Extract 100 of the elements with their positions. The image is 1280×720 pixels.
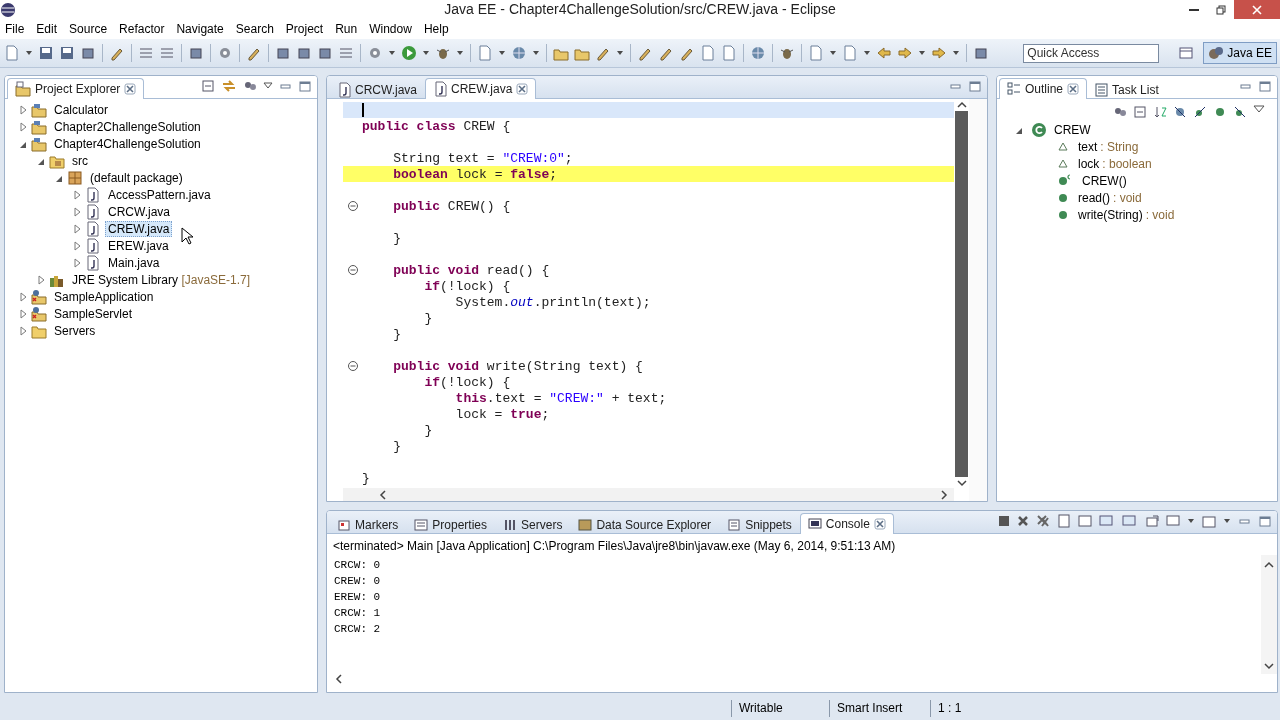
remove-all-icon[interactable] xyxy=(1036,514,1050,528)
caret-icon[interactable] xyxy=(829,49,837,57)
terminate-icon[interactable] xyxy=(998,515,1010,527)
close-icon[interactable] xyxy=(516,83,529,95)
tab[interactable]: Markers xyxy=(329,514,407,534)
close-icon[interactable] xyxy=(1067,83,1080,95)
tree-item[interactable]: SampleApplication xyxy=(51,288,157,305)
tab[interactable]: Snippets xyxy=(719,514,800,534)
right-triangle-icon[interactable] xyxy=(18,103,28,116)
open-perspective-icon[interactable] xyxy=(1178,45,1195,61)
view-menu-icon[interactable] xyxy=(263,82,273,90)
document-icon[interactable] xyxy=(477,45,493,61)
outline-item[interactable]: read() : void xyxy=(1075,189,1145,206)
tab[interactable]: Properties xyxy=(406,514,496,534)
tree-item[interactable]: EREW.java xyxy=(105,237,172,254)
hide-local-icon[interactable] xyxy=(1233,105,1247,119)
right-triangle-icon[interactable] xyxy=(36,273,46,286)
right-triangle-icon[interactable] xyxy=(72,205,82,218)
tree-item[interactable]: SampleServlet xyxy=(51,305,136,322)
tab[interactable]: Data Source Explorer xyxy=(570,514,720,534)
menu-item[interactable]: Project xyxy=(285,22,330,36)
caret-icon[interactable] xyxy=(532,49,540,57)
maximize-icon[interactable] xyxy=(1258,80,1271,93)
tree-item[interactable]: Calculator xyxy=(51,101,112,118)
hide-static-icon[interactable] xyxy=(1193,105,1207,119)
tree-item[interactable]: Main.java xyxy=(105,254,163,271)
close-button[interactable] xyxy=(1234,0,1280,19)
link-arrows-icon[interactable] xyxy=(221,79,237,93)
outline-item[interactable]: write(String) : void xyxy=(1075,206,1178,223)
globe-icon[interactable] xyxy=(750,45,766,61)
collapse-fold-icon[interactable] xyxy=(346,360,359,372)
caret-icon[interactable] xyxy=(863,49,871,57)
page-icon[interactable] xyxy=(700,45,716,61)
tree-item[interactable]: CREW.java xyxy=(105,220,173,237)
tree-item[interactable]: AccessPattern.java xyxy=(105,186,214,203)
collapse-fold-icon[interactable] xyxy=(346,264,359,276)
maximize-icon[interactable] xyxy=(1258,514,1271,528)
save-all-icon[interactable] xyxy=(59,45,75,61)
filter-icon[interactable] xyxy=(243,79,257,93)
maximize-icon[interactable] xyxy=(298,79,311,93)
outline-item[interactable]: CREW() xyxy=(1079,172,1130,189)
outline-item[interactable]: CREW xyxy=(1051,121,1094,138)
quick-access-field[interactable]: Quick Access xyxy=(1023,43,1160,63)
dot-icon[interactable] xyxy=(1213,105,1227,119)
outline-item[interactable]: text : String xyxy=(1075,138,1142,155)
forward-arrow-icon[interactable] xyxy=(897,45,913,61)
menu-item[interactable]: Search xyxy=(235,22,280,36)
hide-fields-icon[interactable] xyxy=(1173,105,1187,119)
caret-icon[interactable] xyxy=(456,49,464,57)
document-icon[interactable] xyxy=(808,45,824,61)
tree-item[interactable]: Chapter4ChallengeSolution xyxy=(51,135,204,152)
tree-item[interactable]: (default package) xyxy=(87,169,186,186)
maximize-icon[interactable] xyxy=(968,80,981,93)
menu-item[interactable]: Navigate xyxy=(176,22,230,36)
save-icon[interactable] xyxy=(38,45,54,61)
tab[interactable]: Project Explorer xyxy=(7,78,145,99)
caret-icon[interactable] xyxy=(1187,517,1195,525)
run-icon[interactable] xyxy=(401,45,417,61)
caret-icon[interactable] xyxy=(422,49,430,57)
right-triangle-icon[interactable] xyxy=(18,324,28,337)
filter-icon[interactable] xyxy=(1113,105,1127,119)
caret-icon[interactable] xyxy=(952,49,960,57)
collapse-all-icon[interactable] xyxy=(1133,105,1147,119)
close-icon[interactable] xyxy=(873,518,886,530)
tree-item[interactable]: JRE System Library [JavaSE-1.7] xyxy=(69,271,254,288)
tab[interactable]: Task List xyxy=(1087,79,1167,99)
arrow-icon[interactable] xyxy=(931,45,947,61)
tree-item[interactable]: Chapter2ChallengeSolution xyxy=(51,118,204,135)
tab[interactable]: CREW.java xyxy=(425,78,537,99)
caret-icon[interactable] xyxy=(616,49,624,57)
right-triangle-icon[interactable] xyxy=(72,256,82,269)
tree-item[interactable]: Servers xyxy=(51,322,99,339)
document-icon[interactable] xyxy=(842,45,858,61)
tab[interactable]: Outline xyxy=(999,78,1088,99)
right-triangle-icon[interactable] xyxy=(18,307,28,320)
close-icon[interactable] xyxy=(124,83,137,95)
menu-item[interactable]: File xyxy=(5,22,31,36)
menu-item[interactable]: Run xyxy=(335,22,364,36)
caret-icon[interactable] xyxy=(388,49,396,57)
right-triangle-icon[interactable] xyxy=(18,290,28,303)
menu-item[interactable]: Window xyxy=(369,22,418,36)
collapse-fold-icon[interactable] xyxy=(346,200,359,212)
tree-item[interactable]: src xyxy=(69,152,91,169)
tree-item[interactable]: CRCW.java xyxy=(105,203,173,220)
menu-item[interactable]: Help xyxy=(423,22,455,36)
right-triangle-icon[interactable] xyxy=(72,222,82,235)
outline-item[interactable]: lock : boolean xyxy=(1075,155,1155,172)
menu-item[interactable]: Refactor xyxy=(119,22,171,36)
right-triangle-icon[interactable] xyxy=(72,188,82,201)
perspective-button[interactable]: Java EE xyxy=(1203,42,1277,64)
right-triangle-icon[interactable] xyxy=(18,120,28,133)
menu-item[interactable]: Source xyxy=(69,22,114,36)
caret-icon[interactable] xyxy=(918,49,926,57)
sort-icon[interactable] xyxy=(1153,105,1167,119)
remove-icon[interactable] xyxy=(1017,515,1029,527)
back-arrow-icon[interactable] xyxy=(876,45,892,61)
caret-icon[interactable] xyxy=(1223,517,1231,525)
tab[interactable]: Servers xyxy=(495,514,571,534)
caret-icon[interactable] xyxy=(25,49,33,57)
tab[interactable]: Console xyxy=(799,513,894,534)
